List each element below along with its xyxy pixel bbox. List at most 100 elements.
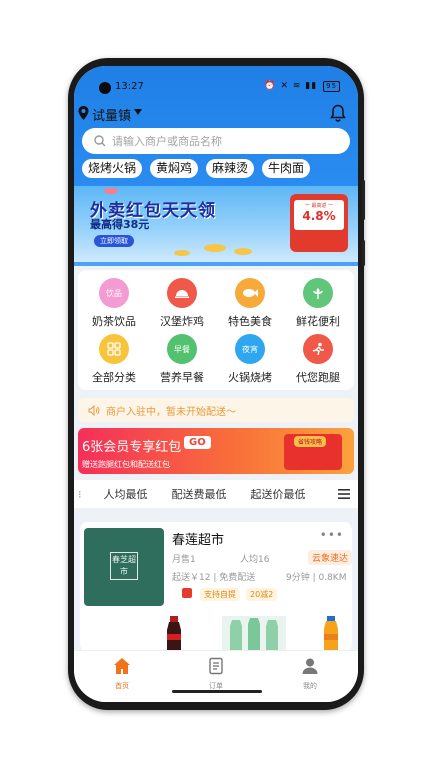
app-screen: 13:27 ⏰ ✕ ≋ ▮▮ 95 试量镇 烧烤火锅 黄焖鸡 麻 [74, 66, 358, 702]
category-item-milk-tea[interactable]: 饮品 奶茶饮品 [82, 278, 146, 329]
coin-decoration [174, 250, 190, 256]
time-distance: 9分钟 | 0.8KM [286, 573, 347, 583]
store-name: 春莲超市 [172, 533, 225, 548]
promo-go-button[interactable]: GO [184, 436, 211, 449]
category-label: 奶茶饮品 [92, 315, 136, 328]
cloche-icon [167, 278, 197, 308]
chevron-down-icon[interactable] [134, 109, 142, 115]
hot-search-chips: 烧烤火锅 黄焖鸡 麻辣烫 牛肉面 [82, 159, 311, 178]
location-pin-icon [78, 106, 89, 120]
search-input[interactable] [112, 134, 332, 148]
breakfast-icon: 早餐 [167, 334, 197, 364]
front-camera [99, 82, 111, 94]
banner-subtitle: 最高得38元 [90, 218, 150, 231]
promo-banner[interactable]: 外卖红包天天领 最高得38元 立即领取 一 最高返 一 4.8% [74, 186, 358, 262]
category-icon-text: 早餐 [174, 344, 190, 354]
promo-title: 6张会员专享红包 [82, 440, 182, 455]
wifi-icon: ≋ [292, 81, 302, 91]
sort-scroll-indicator: ⁝ [78, 487, 82, 501]
bell-icon[interactable] [330, 104, 346, 122]
category-item-flowers[interactable]: 鲜花便利 [286, 278, 350, 329]
cola-bottle-image [167, 616, 181, 650]
tab-home-label: 首页 [115, 682, 129, 690]
runner-icon [303, 334, 333, 364]
store-logo: 春芝超市 [110, 552, 138, 580]
chip-bbq-hotpot[interactable]: 烧烤火锅 [82, 159, 143, 178]
tab-orders[interactable]: 订单 [186, 657, 246, 691]
store-thumbnail: 春芝超市 [84, 528, 164, 606]
tab-home[interactable]: 首页 [92, 657, 152, 691]
sort-bar: ⁝ 人均最低 配送费最低 起送价最低 [74, 480, 358, 508]
night-snack-icon: 夜宵 [235, 334, 265, 364]
category-label: 代您跑腿 [296, 371, 340, 384]
sort-min-order[interactable]: 起送价最低 [251, 486, 306, 502]
category-item-hotpot-bbq[interactable]: 夜宵 火锅烧烤 [218, 334, 282, 385]
rate-card-head: 一 最高返 一 [304, 203, 334, 209]
juice-bottle-image [324, 616, 338, 650]
location-row[interactable]: 试量镇 [78, 104, 354, 124]
store-tag: 20减2 [246, 588, 278, 601]
category-label: 营养早餐 [160, 371, 204, 384]
volume-button [362, 180, 365, 220]
category-grid: 饮品 奶茶饮品 汉堡炸鸡 特色美食 鲜花便利 全部分类 早餐 营养早餐 夜宵 火… [78, 270, 354, 390]
sort-per-capita[interactable]: 人均最低 [104, 486, 148, 502]
menu-icon[interactable] [338, 489, 350, 499]
promo-subtitle: 赠送跑腿红包和配送红包 [82, 460, 170, 469]
notice-bar: 商户入驻中，暂未开始配送～ [78, 398, 354, 422]
delivery-badge: 云象速达 [308, 550, 352, 565]
delivery-info: 起送￥12 | 免费配送 [172, 573, 256, 583]
banner-claim-button[interactable]: 立即领取 [94, 235, 134, 247]
category-label: 火锅烧烤 [228, 371, 272, 384]
chip-beef-noodles[interactable]: 牛肉面 [262, 159, 311, 178]
speaker-icon [88, 404, 100, 416]
order-icon [209, 657, 223, 675]
status-bar: 13:27 ⏰ ✕ ≋ ▮▮ 95 [74, 66, 358, 102]
category-icon-text: 饮品 [106, 288, 122, 298]
search-bar[interactable] [82, 128, 350, 154]
home-icon [114, 658, 130, 674]
profile-icon [302, 658, 318, 674]
rate-card-value: 4.8% [302, 209, 336, 223]
promo-tag: 省钱攻略 [294, 436, 327, 447]
chip-braised-chicken[interactable]: 黄焖鸡 [150, 159, 199, 178]
soda-bottles-image [222, 616, 286, 650]
notice-text: 商户入驻中，暂未开始配送～ [106, 406, 236, 418]
category-label: 鲜花便利 [296, 315, 340, 328]
chip-malatang[interactable]: 麻辣烫 [206, 159, 255, 178]
category-item-breakfast[interactable]: 早餐 营养早餐 [150, 334, 214, 385]
status-time: 13:27 [115, 81, 144, 92]
tab-profile-label: 我的 [303, 682, 317, 690]
grid-icon [99, 334, 129, 364]
member-promo-banner[interactable]: 6张会员专享红包 GO 赠送跑腿红包和配送红包 省钱攻略 [78, 428, 354, 474]
category-item-errand[interactable]: 代您跑腿 [286, 334, 350, 385]
category-label: 全部分类 [92, 371, 136, 384]
drink-icon: 饮品 [99, 278, 129, 308]
status-icons: ⏰ ✕ ≋ ▮▮ 95 [264, 81, 340, 92]
category-item-burger[interactable]: 汉堡炸鸡 [150, 278, 214, 329]
category-item-all[interactable]: 全部分类 [82, 334, 146, 385]
store-tag: 支持自提 [200, 588, 240, 601]
sort-delivery-fee[interactable]: 配送费最低 [172, 486, 227, 502]
alarm-icon: ⏰ [264, 81, 277, 91]
category-label: 特色美食 [228, 315, 272, 328]
coin-decoration [234, 248, 252, 255]
store-card[interactable]: 春芝超市 春莲超市 ••• 月售1 人均16 云象速达 起送￥12 | 免费配送… [80, 522, 352, 652]
power-button [362, 240, 365, 266]
monthly-sales: 月售1 [172, 555, 196, 565]
coin-decoration [204, 244, 226, 252]
coin-decoration [104, 188, 118, 194]
flower-icon [303, 278, 333, 308]
red-envelope-icon: 省钱攻略 [284, 434, 342, 470]
location-label[interactable]: 试量镇 [92, 105, 131, 124]
red-packet-icon: 一 最高返 一 4.8% [290, 194, 348, 252]
signal-icon: ▮▮ [305, 81, 318, 91]
tab-profile[interactable]: 我的 [280, 657, 340, 691]
rate-card: 一 最高返 一 4.8% [294, 200, 344, 230]
more-options-icon[interactable]: ••• [320, 528, 344, 542]
search-icon [94, 135, 106, 147]
battery-icon: 95 [323, 81, 340, 92]
fish-icon [235, 278, 265, 308]
shopping-bag-icon [182, 588, 192, 598]
category-icon-text: 夜宵 [242, 344, 258, 354]
category-item-specialty[interactable]: 特色美食 [218, 278, 282, 329]
